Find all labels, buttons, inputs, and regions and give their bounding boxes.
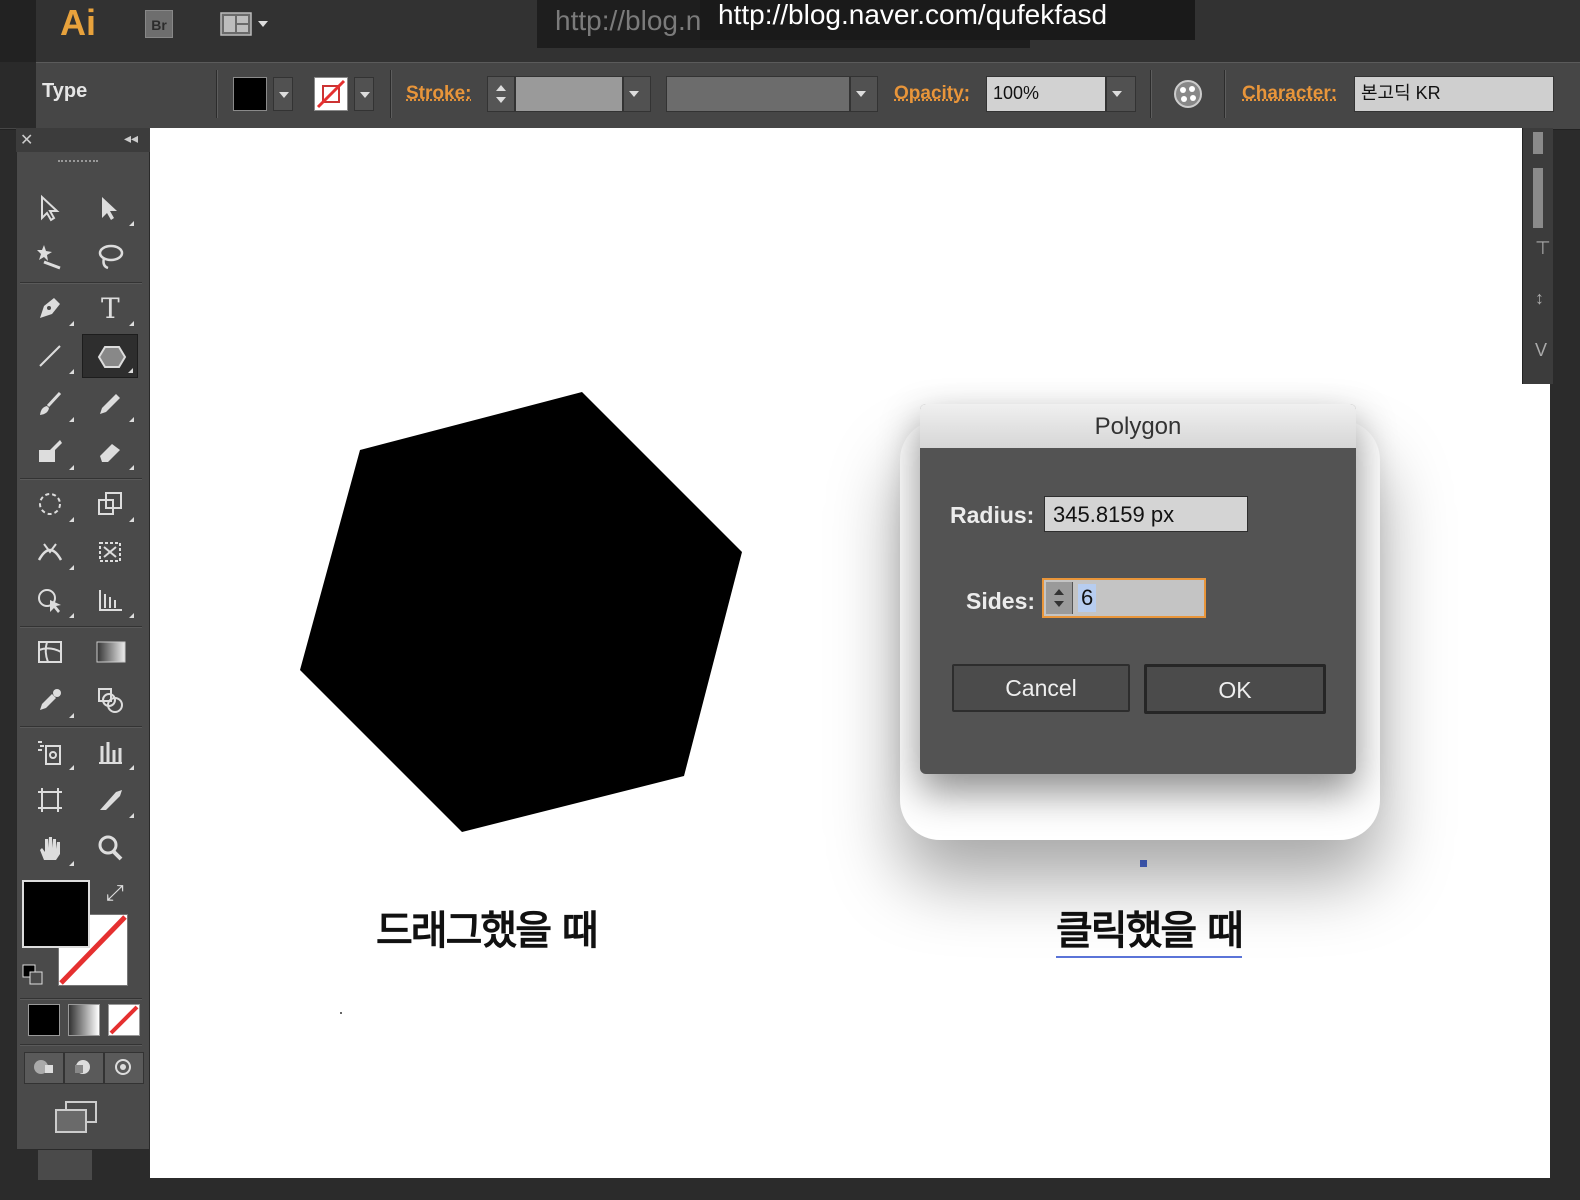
svg-text:T: T [101,294,120,322]
opacity-dropdown[interactable] [1106,76,1136,112]
window-edge [0,0,36,62]
divider [20,478,142,480]
recolor-artwork-icon[interactable] [1172,78,1204,115]
bridge-button[interactable]: Br [145,10,173,38]
perspective-grid-tool[interactable] [82,578,138,622]
swap-fill-stroke-icon[interactable]: ⤢ [106,880,124,906]
arrange-documents-icon[interactable] [220,10,268,38]
line-segment-tool[interactable] [22,334,78,378]
caption-clicked[interactable]: 클릭했을 때 [1056,898,1244,958]
paragraph-icon[interactable]: ⊤ [1535,238,1551,259]
shape-builder-tool[interactable] [22,578,78,622]
pen-tool[interactable] [22,286,78,330]
symbol-sprayer-tool[interactable] [22,730,78,774]
gradient-tool[interactable] [82,630,138,674]
draw-inside-icon[interactable] [104,1052,144,1084]
default-colors-icon[interactable] [22,964,44,991]
magic-wand-tool[interactable] [22,234,78,278]
mesh-tool[interactable] [22,630,78,674]
blend-tool[interactable] [82,678,138,722]
divider [216,70,218,118]
draw-behind-icon[interactable] [64,1052,104,1084]
stroke-panel-link[interactable]: Stroke: [406,83,471,105]
sides-label: Sides: [966,588,1036,614]
opacity-field[interactable]: 100% [986,76,1106,112]
sides-value[interactable]: 6 [1078,584,1097,612]
none-mode-button[interactable] [108,1004,140,1036]
eyedropper-tool[interactable] [22,678,78,722]
stroke-none-swatch[interactable] [314,77,348,111]
polygon-dialog: Polygon Radius: 345.8159 px Sides: 6 Can… [920,404,1356,774]
width-tool[interactable] [22,530,78,574]
opacity-panel-link[interactable]: Opacity: [894,83,970,105]
direct-selection-tool[interactable] [82,186,138,230]
docked-panel-strip[interactable]: ⊤ ↕ V [1522,128,1553,384]
paintbrush-tool[interactable] [22,382,78,426]
hexagon-polygon[interactable] [300,392,742,832]
variable-width-profile[interactable] [666,76,850,112]
divider [20,1044,142,1046]
fill-color-swatch[interactable] [22,880,90,948]
status-bar-tab[interactable] [38,1150,92,1180]
zoom-tool[interactable] [82,826,138,870]
panel-scroll-handle[interactable] [1533,132,1543,154]
sides-input[interactable]: 6 [1042,578,1206,618]
scale-tool[interactable] [82,482,138,526]
stroke-dropdown[interactable] [354,77,374,111]
variable-width-dropdown[interactable] [850,76,878,112]
cancel-button[interactable]: Cancel [952,664,1130,712]
caption-dragged: 드래그했을 때 [376,908,599,954]
status-bar [0,1178,1580,1200]
pencil-tool[interactable] [82,382,138,426]
selection-tool[interactable] [22,186,78,230]
ok-button[interactable]: OK [1144,664,1326,714]
divider [390,70,392,118]
lasso-tool[interactable] [82,234,138,278]
divider [20,726,142,728]
panel-scroll-handle[interactable] [1533,168,1543,228]
sides-stepper[interactable] [1046,582,1073,614]
hexagon-shape[interactable] [290,380,760,850]
radius-label: Radius: [950,502,1035,528]
panel-grip[interactable] [58,160,98,166]
divider [1150,70,1152,118]
free-transform-tool[interactable] [82,530,138,574]
tracking-icon[interactable]: V [1535,340,1547,361]
color-mode-button[interactable] [28,1004,60,1036]
divider [20,282,142,284]
fill-dropdown[interactable] [273,77,293,111]
dialog-title: Polygon [920,404,1356,448]
column-graph-tool[interactable] [82,730,138,774]
stroke-weight-field[interactable] [515,76,623,112]
divider [1224,70,1226,118]
slice-tool[interactable] [82,778,138,822]
canvas-speck [340,1012,342,1014]
stroke-weight-stepper[interactable] [487,76,515,112]
illustrator-logo: Ai [60,2,96,43]
polygon-tool[interactable] [82,334,138,378]
radius-input[interactable]: 345.8159 px [1044,496,1248,532]
artboard-tool[interactable] [22,778,78,822]
rotate-tool[interactable] [22,482,78,526]
control-bar-edge [0,62,36,128]
stroke-weight-dropdown[interactable] [623,76,651,112]
watermark-url-overlay: http://blog.naver.com/qufekfasd [700,0,1195,40]
fill-swatch[interactable] [233,77,267,111]
change-screen-mode-icon[interactable] [54,1100,100,1141]
click-point-marker [1140,860,1147,867]
leading-icon[interactable]: ↕ [1535,288,1544,309]
hand-tool[interactable] [22,826,78,870]
close-icon[interactable]: ✕ [20,130,33,150]
type-tool[interactable]: T [82,286,138,330]
draw-normal-icon[interactable] [24,1052,64,1084]
collapse-icon[interactable]: ◂◂ [124,130,138,147]
divider [20,626,142,628]
font-family-field[interactable]: 본고딕 KR [1354,76,1554,112]
blob-brush-tool[interactable] [22,430,78,474]
gradient-mode-button[interactable] [68,1004,100,1036]
selection-type-label: Type [42,80,88,102]
divider [20,998,142,1000]
eraser-tool[interactable] [82,430,138,474]
character-panel-link[interactable]: Character: [1242,83,1337,105]
